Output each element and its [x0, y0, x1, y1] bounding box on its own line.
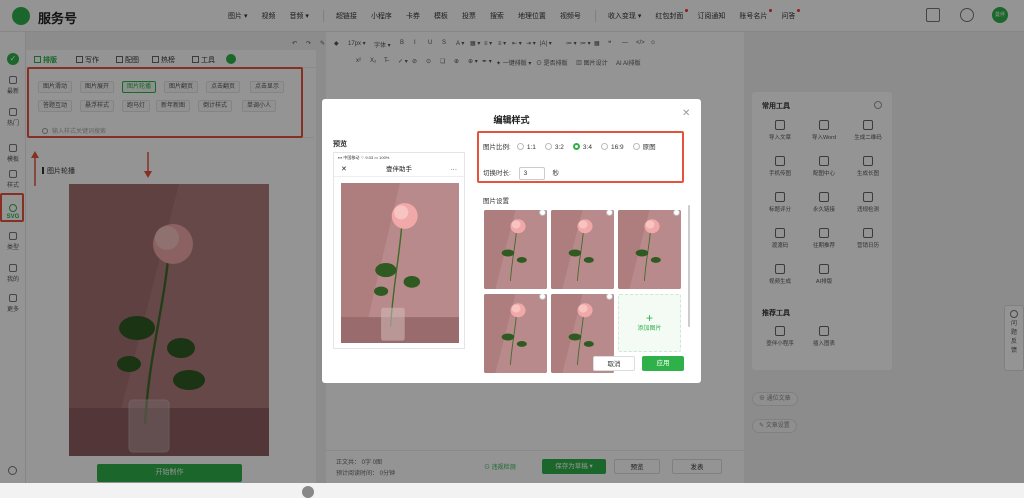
edit-style-modal: 编辑样式 ✕ 预览 ▪▪▪ 中国移动 ⌔ 9:33 ▭ 100% ✕ 壹伴助手 ··…	[322, 99, 701, 383]
phone-status-bar: ▪▪▪ 中国移动 ⌔ 9:33 ▭ 100%	[338, 155, 390, 160]
eye-icon[interactable]	[302, 486, 314, 498]
modal-scrollbar[interactable]	[688, 205, 690, 327]
image-thumbnail[interactable]	[484, 210, 547, 289]
phone-close-icon: ✕	[341, 166, 347, 173]
phone-header: ✕ 壹伴助手 ···	[334, 163, 464, 177]
image-thumbnail[interactable]	[551, 210, 614, 289]
close-icon[interactable]: ✕	[682, 108, 690, 119]
add-image-button[interactable]: + 添加图片	[618, 294, 681, 352]
preview-label: 预览	[333, 141, 347, 148]
modal-title: 编辑样式	[493, 115, 530, 125]
image-thumbnail[interactable]	[618, 210, 681, 289]
annotation-box-settings	[477, 131, 684, 183]
more-icon: ···	[450, 166, 458, 173]
plus-icon: +	[645, 311, 653, 325]
phone-preview: ▪▪▪ 中国移动 ⌔ 9:33 ▭ 100% ✕ 壹伴助手 ···	[333, 152, 465, 349]
apply-button[interactable]: 应用	[642, 356, 684, 371]
phone-rose-image	[341, 183, 459, 343]
cancel-button[interactable]: 取消	[593, 356, 635, 371]
image-settings-label: 图片设置	[483, 198, 509, 205]
image-thumbnail[interactable]	[484, 294, 547, 373]
